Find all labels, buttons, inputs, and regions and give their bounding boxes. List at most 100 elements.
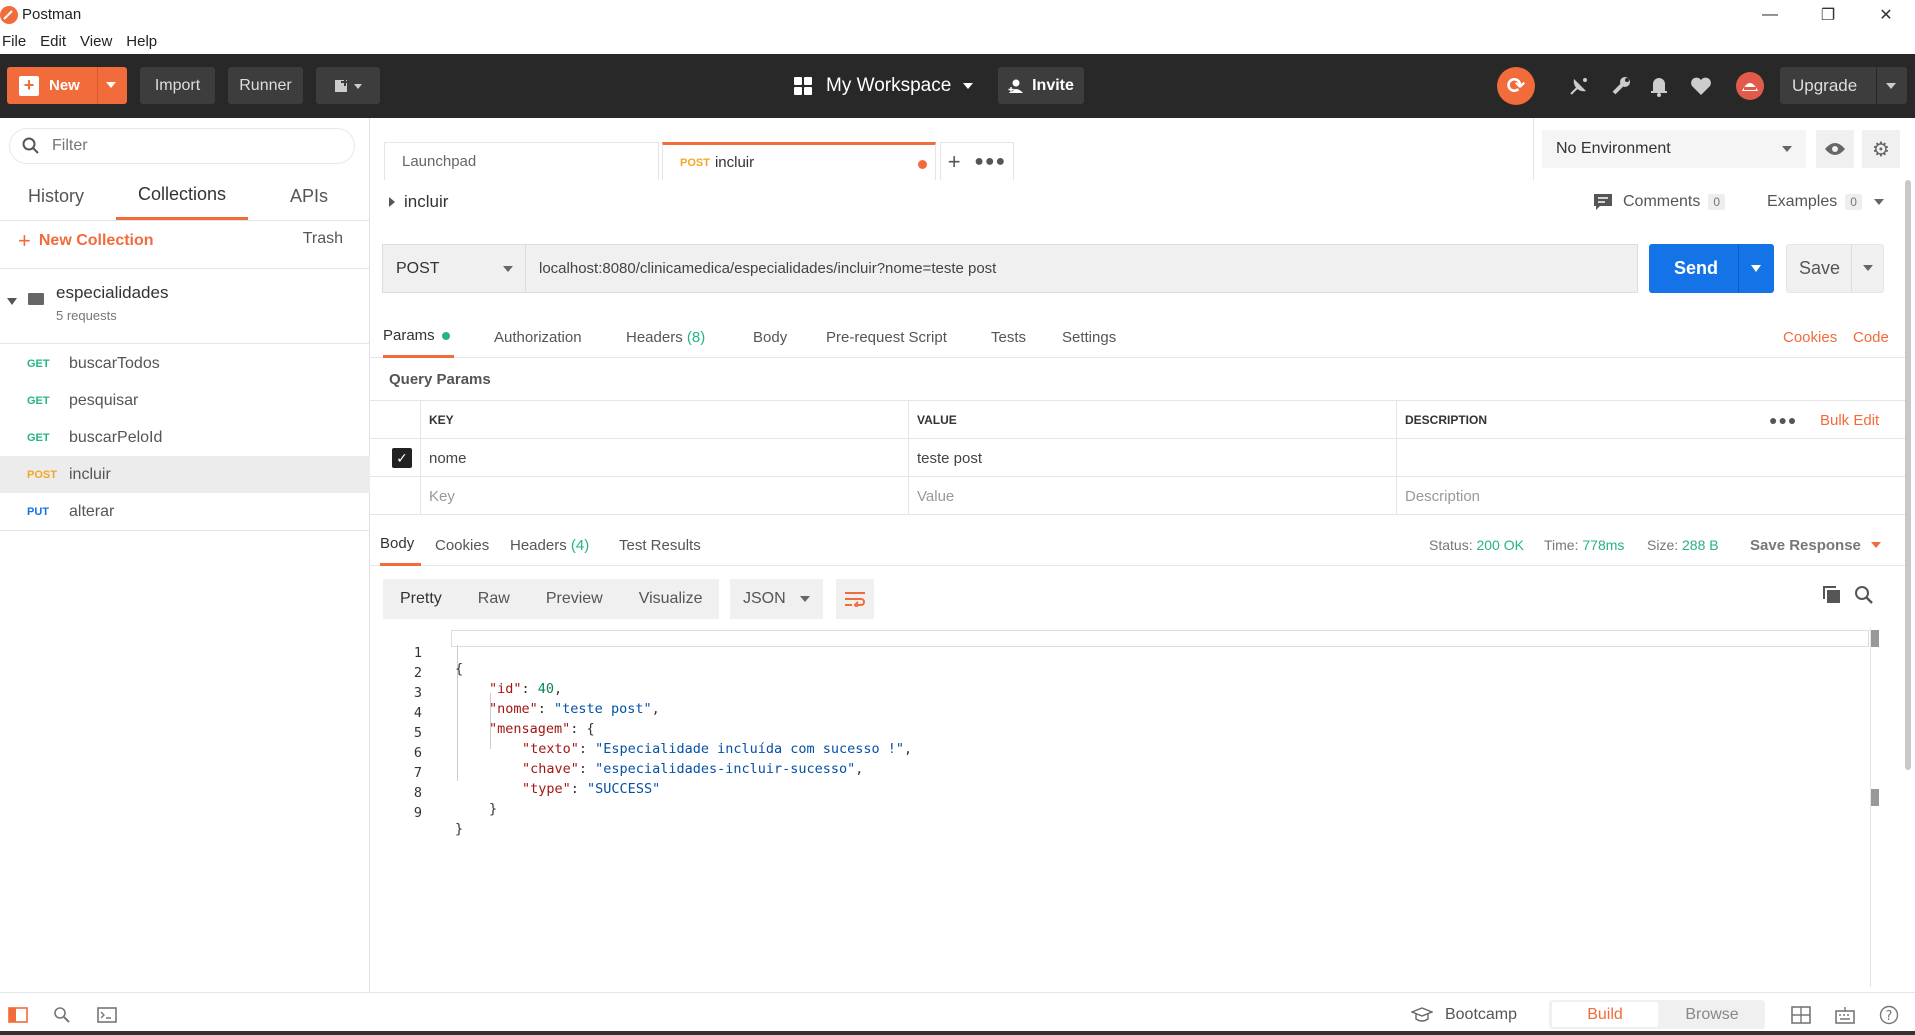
heart-icon[interactable] — [1688, 73, 1714, 99]
request-item-buscartodos[interactable]: GET buscarTodos — [0, 345, 370, 382]
time-label: Time: — [1544, 537, 1579, 553]
comments-button[interactable]: Comments 0 — [1593, 193, 1726, 211]
tab-params[interactable]: Params — [383, 316, 454, 358]
send-button[interactable]: Send — [1649, 244, 1774, 293]
close-window-button[interactable]: ✕ — [1857, 0, 1915, 29]
copy-icon[interactable] — [1822, 585, 1842, 605]
tab-tests[interactable]: Tests — [991, 316, 1026, 358]
find-replace-icon[interactable] — [50, 993, 74, 1035]
tab-response-cookies[interactable]: Cookies — [435, 524, 489, 566]
format-select[interactable]: JSON — [730, 579, 823, 619]
response-body-viewer[interactable]: 1 { 2 "id": 40, 3 "nome": "teste post", … — [370, 627, 1879, 987]
tab-collections[interactable]: Collections — [116, 172, 248, 220]
param-value[interactable]: teste post — [908, 439, 1396, 477]
url-input[interactable]: localhost:8080/clinicamedica/especialida… — [526, 244, 1638, 293]
new-key-input[interactable]: Key — [420, 477, 908, 515]
param-checkbox[interactable]: ✓ — [392, 448, 412, 468]
menu-help[interactable]: Help — [124, 33, 163, 50]
tab-history[interactable]: History — [0, 172, 112, 220]
eye-icon[interactable] — [1816, 130, 1854, 168]
tab-response-headers[interactable]: Headers (4) — [510, 524, 589, 566]
add-tab-icon[interactable]: + — [948, 149, 961, 175]
request-name: incluir — [69, 465, 111, 483]
param-key[interactable]: nome — [420, 439, 908, 477]
build-toggle[interactable]: Build — [1552, 1002, 1658, 1027]
environment-select[interactable]: No Environment — [1542, 130, 1806, 168]
browse-toggle[interactable]: Browse — [1659, 1002, 1765, 1027]
tab-authorization[interactable]: Authorization — [494, 316, 582, 358]
tab-incluir[interactable]: POST incluir — [662, 142, 936, 180]
filter-input[interactable] — [52, 137, 312, 155]
sync-icon[interactable]: ⟳ — [1497, 67, 1535, 105]
keyboard-shortcuts-icon[interactable] — [1833, 993, 1857, 1035]
invite-button[interactable]: Invite — [998, 67, 1084, 104]
tab-headers[interactable]: Headers (8) — [626, 316, 705, 358]
view-preview[interactable]: Preview — [546, 590, 603, 608]
examples-button[interactable]: Examples 0 — [1767, 193, 1884, 211]
more-tabs-icon[interactable]: ●●● — [974, 153, 1006, 171]
bulk-edit-link[interactable]: Bulk Edit — [1820, 401, 1879, 439]
menu-file[interactable]: File — [0, 33, 32, 50]
two-pane-view-icon[interactable] — [1789, 993, 1813, 1035]
new-dropdown-icon[interactable] — [106, 82, 116, 88]
gear-icon[interactable]: ⚙ — [1862, 130, 1900, 168]
tab-prerequest-script[interactable]: Pre-request Script — [826, 316, 947, 358]
view-visualize[interactable]: Visualize — [639, 590, 703, 608]
chevron-down-icon — [1870, 542, 1881, 548]
collapse-arrow-icon[interactable] — [7, 298, 17, 305]
bell-icon[interactable] — [1646, 73, 1672, 99]
tab-body[interactable]: Body — [753, 316, 787, 358]
chevron-down-icon[interactable] — [1886, 83, 1896, 89]
method-select[interactable]: POST — [382, 244, 526, 293]
runner-button[interactable]: Runner — [228, 67, 303, 104]
minimize-button[interactable]: — — [1741, 0, 1799, 29]
bootcamp-button[interactable]: Bootcamp — [1404, 993, 1524, 1035]
upgrade-button[interactable]: Upgrade — [1780, 67, 1907, 104]
menu-view[interactable]: View — [78, 33, 118, 50]
tab-launchpad[interactable]: Launchpad — [384, 142, 659, 180]
tab-test-results[interactable]: Test Results — [619, 524, 701, 566]
request-item-incluir[interactable]: POST incluir — [0, 456, 370, 493]
wrap-lines-icon[interactable] — [836, 579, 874, 619]
new-window-button[interactable] — [316, 67, 380, 104]
filter-box[interactable] — [9, 128, 355, 164]
view-raw[interactable]: Raw — [478, 590, 510, 608]
request-item-alterar[interactable]: PUT alterar — [0, 493, 370, 530]
save-response-button[interactable]: Save Response — [1750, 524, 1881, 566]
tab-settings[interactable]: Settings — [1062, 316, 1116, 358]
save-dropdown-icon[interactable] — [1863, 265, 1873, 271]
more-options-icon[interactable]: ●●● — [1769, 401, 1797, 439]
trash-link[interactable]: Trash — [303, 230, 343, 248]
new-button[interactable]: + New — [7, 67, 127, 104]
satellite-icon[interactable] — [1566, 73, 1592, 99]
view-pretty[interactable]: Pretty — [400, 590, 442, 608]
cookies-link[interactable]: Cookies — [1783, 316, 1837, 358]
avatar[interactable] — [1736, 72, 1764, 100]
new-value-input[interactable]: Value — [908, 477, 1396, 515]
collection-name: especialidades — [56, 283, 169, 302]
environment-label: No Environment — [1556, 140, 1671, 157]
new-description-input[interactable]: Description — [1396, 477, 1905, 515]
save-button[interactable]: Save — [1786, 244, 1884, 293]
collection-especialidades[interactable]: especialidades 5 requests — [0, 268, 370, 330]
search-response-icon[interactable] — [1854, 585, 1874, 605]
help-icon[interactable]: ? — [1877, 993, 1901, 1035]
param-description[interactable] — [1396, 439, 1905, 477]
workspace-selector[interactable]: My Workspace — [794, 67, 974, 104]
request-item-pesquisar[interactable]: GET pesquisar — [0, 382, 370, 419]
toggle-sidebar-icon[interactable] — [6, 993, 30, 1035]
code-link[interactable]: Code — [1853, 316, 1889, 358]
new-collection-button[interactable]: + New Collection — [18, 228, 154, 254]
code-scroll-thumb[interactable] — [1871, 630, 1879, 647]
tab-apis[interactable]: APIs — [248, 172, 370, 220]
console-icon[interactable] — [95, 993, 119, 1035]
tab-response-body[interactable]: Body — [380, 524, 422, 566]
restore-button[interactable]: ❐ — [1799, 0, 1857, 29]
request-item-buscarpeloid[interactable]: GET buscarPeloId — [0, 419, 370, 456]
import-button[interactable]: Import — [140, 67, 215, 104]
main-scrollbar[interactable] — [1905, 180, 1911, 770]
request-name-header[interactable]: incluir — [389, 192, 448, 212]
wrench-icon[interactable] — [1608, 73, 1634, 99]
menu-edit[interactable]: Edit — [38, 33, 72, 50]
send-dropdown-icon[interactable] — [1751, 265, 1761, 272]
